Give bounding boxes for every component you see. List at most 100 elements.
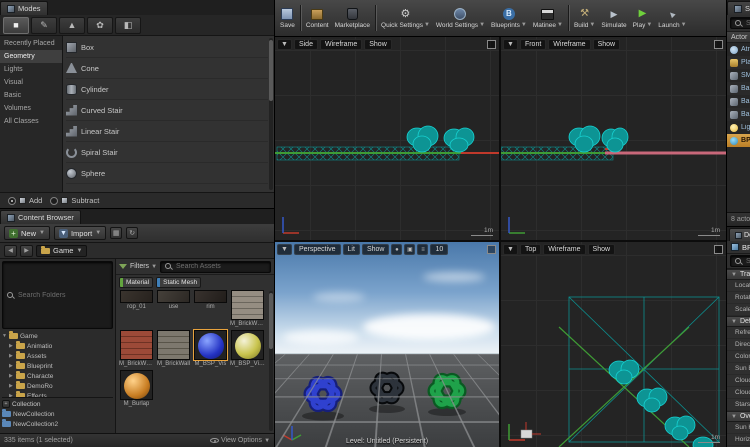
paint-mode-icon[interactable]: ✎	[31, 17, 57, 34]
viewmode-button[interactable]: Lit	[343, 244, 360, 255]
foliage-mode-icon[interactable]: ✿	[87, 17, 113, 34]
asset-item-selected[interactable]: M_BSP_Vis	[193, 330, 228, 368]
actor-row[interactable]: Basic_Asset3	[727, 82, 750, 95]
quick-settings-button[interactable]: ⚙Quick Settings▼	[378, 1, 433, 35]
landscape-mode-icon[interactable]: ▲	[59, 17, 85, 34]
filter-chip-material[interactable]: Material	[119, 277, 153, 288]
viewmode-button[interactable]: Wireframe	[543, 244, 585, 255]
viewport-type-button[interactable]: Top	[520, 244, 541, 255]
modes-tab[interactable]: Modes	[0, 1, 48, 15]
asset-item[interactable]: M_BrickWall	[156, 330, 191, 368]
maximize-viewport-icon[interactable]	[714, 40, 723, 49]
details-search-input[interactable]	[746, 258, 750, 265]
maximize-viewport-icon[interactable]	[487, 245, 496, 254]
folder-item[interactable]: ▶Blueprint	[2, 361, 113, 371]
category-all-classes[interactable]: All Classes	[0, 115, 62, 128]
new-asset-button[interactable]: + New ▼	[4, 226, 50, 240]
import-button[interactable]: ▼ Import ▼	[54, 226, 106, 240]
viewport-top[interactable]: ▼ Top Wireframe Show 1m	[501, 242, 726, 447]
camera-speed-value[interactable]: 10	[430, 244, 448, 255]
perspective-canvas[interactable]	[275, 242, 499, 447]
folder-item[interactable]: ▶Animatio	[2, 341, 113, 351]
assets-scrollbar[interactable]	[269, 291, 273, 431]
actor-row[interactable]: Light Source	[727, 121, 750, 134]
maximize-viewport-icon[interactable]	[487, 40, 496, 49]
content-browser-tab[interactable]: Content Browser	[0, 210, 81, 224]
search-actors-input[interactable]	[746, 20, 750, 27]
place-mode-icon[interactable]: ■	[3, 17, 29, 34]
add-radio[interactable]: Add	[8, 196, 42, 205]
viewport-perspective[interactable]: ▼ Perspective Lit Show ● ▣ ≡ 10 Level: U…	[275, 242, 499, 447]
details-search-box[interactable]	[730, 255, 750, 267]
asset-item[interactable]: rop_01	[119, 290, 154, 328]
view-options-button[interactable]: View Options ▼	[210, 437, 270, 444]
tab-details[interactable]: Details	[729, 228, 750, 241]
category-geometry[interactable]: Geometry	[0, 50, 62, 63]
forward-icon[interactable]: ▶	[20, 245, 33, 257]
front-viewport-canvas[interactable]	[501, 37, 726, 240]
search-assets-input[interactable]	[176, 263, 267, 270]
placeable-cone[interactable]: Cone	[66, 58, 268, 79]
viewport-options-icon[interactable]: ▼	[277, 244, 292, 255]
maximize-viewport-icon[interactable]	[714, 245, 723, 254]
category-lights[interactable]: Lights	[0, 63, 62, 76]
matinee-button[interactable]: Matinee▼	[530, 1, 566, 35]
placeable-linear-stair[interactable]: Linear Stair	[66, 121, 268, 142]
search-folders-input[interactable]	[18, 292, 109, 299]
asset-item[interactable]: M_BSP_Viz_Transpar	[230, 330, 265, 368]
search-actors-box[interactable]	[730, 17, 750, 29]
placeable-sphere[interactable]: Sphere	[66, 163, 268, 184]
category-visual[interactable]: Visual	[0, 76, 62, 89]
viewport-options-icon[interactable]: ▼	[503, 39, 518, 50]
folder-game[interactable]: ▼Game	[2, 331, 113, 341]
lock-viewport-icon[interactable]: ●	[391, 244, 402, 255]
sync-icon[interactable]: ↻	[126, 227, 138, 239]
show-flags-button[interactable]: Show	[364, 39, 392, 50]
back-icon[interactable]: ◀	[4, 245, 17, 257]
viewport-front[interactable]: ▼ Front Wireframe Show 1m	[501, 37, 726, 240]
folder-item[interactable]: ▶Characte	[2, 371, 113, 381]
scene-outliner-tab[interactable]: Scene Outliner	[727, 1, 750, 15]
show-flags-button[interactable]: Show	[362, 244, 390, 255]
viewmode-button[interactable]: Wireframe	[548, 39, 590, 50]
folder-item[interactable]: ▶Assets	[2, 351, 113, 361]
placeable-cylinder[interactable]: Cylinder	[66, 79, 268, 100]
camera-icon[interactable]: ▣	[404, 244, 415, 255]
top-viewport-canvas[interactable]	[501, 242, 726, 447]
actor-row[interactable]: Player Start	[727, 56, 750, 69]
actor-row[interactable]: SM_Template_Map_Flo	[727, 69, 750, 82]
viewmode-button[interactable]: Wireframe	[320, 39, 362, 50]
viewport-type-button[interactable]: Front	[520, 39, 546, 50]
collection-item[interactable]: NewCollection	[2, 409, 113, 419]
actor-row[interactable]: Basic_Asset2	[727, 108, 750, 121]
subtract-radio[interactable]: Subtract	[50, 196, 99, 205]
placeable-box[interactable]: Box	[66, 37, 268, 58]
section-transform[interactable]: ▼ Transform	[727, 269, 750, 280]
section-default[interactable]: ▼ Default	[727, 316, 750, 327]
viewport-side[interactable]: ▼ Side Wireframe Show 1m	[275, 37, 499, 240]
save-button[interactable]: Save	[277, 1, 298, 35]
build-button[interactable]: ⚒Build▼	[571, 1, 598, 35]
placeable-spiral-stair[interactable]: Spiral Stair	[66, 142, 268, 163]
modes-scrollbar[interactable]	[269, 38, 273, 190]
asset-item[interactable]: use	[156, 290, 191, 328]
blueprints-button[interactable]: BBlueprints▼	[488, 1, 530, 35]
collection-item[interactable]: NewCollection2	[2, 419, 113, 429]
save-all-icon[interactable]: ▦	[110, 227, 122, 239]
show-flags-button[interactable]: Show	[588, 244, 616, 255]
folder-item[interactable]: ▶DemoRo	[2, 381, 113, 391]
asset-item[interactable]: M_BrickWall_	[119, 330, 154, 368]
filters-button[interactable]: Filters▼	[130, 263, 157, 270]
viewport-options-icon[interactable]: ▼	[277, 39, 292, 50]
actor-row-selected[interactable]: BP_Sky_Sphere	[727, 134, 750, 147]
content-button[interactable]: Content	[303, 1, 332, 35]
category-recently-placed[interactable]: Recently Placed	[0, 37, 62, 50]
simulate-button[interactable]: ▶Simulate	[598, 1, 629, 35]
viewport-options-icon[interactable]: ▼	[503, 244, 518, 255]
asset-item[interactable]: rim	[193, 290, 228, 328]
search-folders-box[interactable]	[2, 261, 113, 329]
category-basic[interactable]: Basic	[0, 89, 62, 102]
viewport-type-button[interactable]: Perspective	[294, 244, 341, 255]
asset-item[interactable]: M_BrickWall_	[230, 290, 265, 328]
add-collection-icon[interactable]: +	[2, 400, 10, 408]
